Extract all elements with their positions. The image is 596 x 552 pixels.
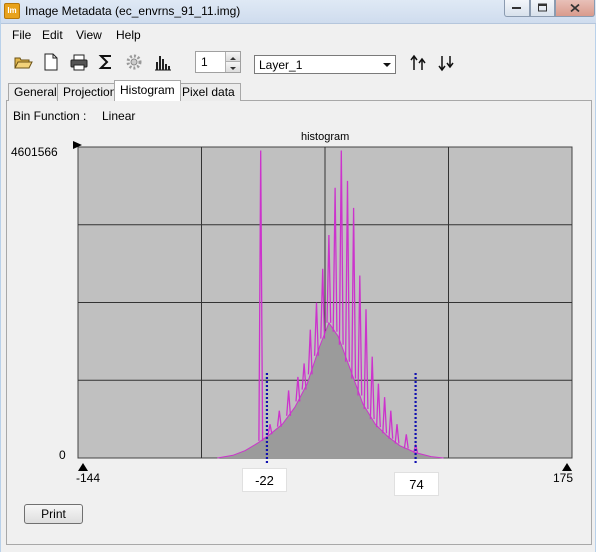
image-metadata-window: Im Image Metadata (ec_envrns_91_11.img) … bbox=[0, 0, 596, 552]
tab-pixel-data[interactable]: Pixel data bbox=[176, 83, 241, 101]
layer-select[interactable]: Layer_1 bbox=[254, 55, 396, 74]
layer-number-stepper[interactable]: 1 bbox=[195, 51, 241, 73]
sort-descending-icon[interactable] bbox=[437, 54, 457, 72]
maximize-icon bbox=[537, 3, 547, 12]
layer-number-value: 1 bbox=[201, 55, 208, 69]
x-min-label: -144 bbox=[76, 471, 100, 485]
lower-cutoff-label: -22 bbox=[255, 473, 274, 488]
menu-bar: File Edit View Help bbox=[1, 25, 595, 45]
minimize-button[interactable] bbox=[504, 0, 530, 17]
close-icon bbox=[570, 3, 580, 13]
bin-function-value: Linear bbox=[102, 109, 136, 123]
tab-projection-label: Projection bbox=[63, 85, 117, 99]
tab-general-label: General bbox=[14, 85, 57, 99]
close-button[interactable] bbox=[555, 0, 595, 17]
stepper-up-button[interactable] bbox=[225, 52, 240, 62]
tab-pixel-data-label: Pixel data bbox=[182, 85, 235, 99]
x-min-marker-icon bbox=[78, 463, 88, 471]
settings-gear-icon[interactable] bbox=[124, 52, 144, 72]
histogram-plot-area bbox=[73, 141, 573, 471]
print-button-label: Print bbox=[41, 507, 66, 521]
menu-view[interactable]: View bbox=[76, 28, 102, 42]
tab-histogram-label: Histogram bbox=[120, 83, 175, 97]
print-icon[interactable] bbox=[69, 52, 89, 72]
minimize-icon bbox=[512, 7, 521, 9]
layer-select-value: Layer_1 bbox=[259, 58, 303, 72]
menu-help[interactable]: Help bbox=[116, 28, 141, 42]
print-button[interactable]: Print bbox=[24, 504, 83, 524]
sort-ascending-icon[interactable] bbox=[409, 54, 429, 72]
app-icon: Im bbox=[4, 3, 20, 19]
x-max-marker-icon bbox=[562, 463, 572, 471]
tab-general[interactable]: General bbox=[8, 83, 63, 101]
histogram-chart[interactable]: -144 175 bbox=[61, 140, 581, 490]
chevron-down-icon bbox=[383, 63, 391, 67]
title-bar[interactable]: Im Image Metadata (ec_envrns_91_11.img) bbox=[1, 0, 596, 24]
upper-cutoff-box: 74 bbox=[394, 472, 439, 496]
sigma-icon[interactable] bbox=[96, 52, 116, 72]
lower-cutoff-box: -22 bbox=[242, 468, 287, 492]
open-folder-icon[interactable] bbox=[13, 52, 33, 72]
menu-file[interactable]: File bbox=[12, 28, 31, 42]
new-document-icon[interactable] bbox=[41, 52, 61, 72]
menu-edit[interactable]: Edit bbox=[42, 28, 63, 42]
stepper-down-button[interactable] bbox=[225, 62, 240, 72]
histogram-icon[interactable] bbox=[153, 52, 173, 72]
window-title: Image Metadata (ec_envrns_91_11.img) bbox=[25, 4, 241, 18]
tab-projection[interactable]: Projection bbox=[57, 83, 123, 101]
triangle-down-icon bbox=[230, 67, 236, 70]
maximize-button[interactable] bbox=[530, 0, 555, 17]
y-max-label: 4601566 bbox=[11, 145, 58, 159]
upper-cutoff-label: 74 bbox=[409, 477, 424, 492]
bin-function-label: Bin Function : bbox=[13, 109, 87, 123]
x-max-label: 175 bbox=[553, 471, 573, 485]
tab-histogram[interactable]: Histogram bbox=[114, 80, 181, 101]
